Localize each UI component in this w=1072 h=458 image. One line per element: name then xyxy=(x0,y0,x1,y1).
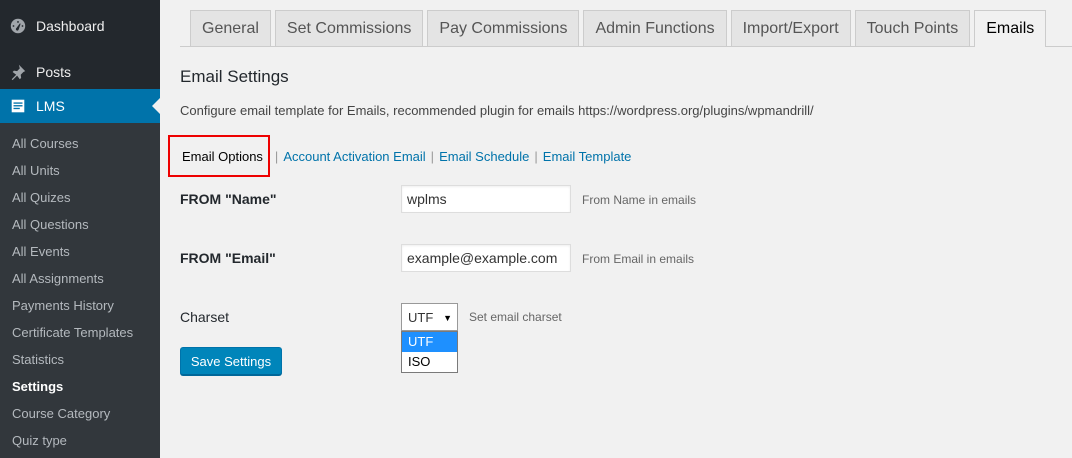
tab-pay-commissions[interactable]: Pay Commissions xyxy=(427,10,580,46)
page-title: Email Settings xyxy=(180,67,289,86)
submenu-item-payments-history[interactable]: Payments History xyxy=(0,292,160,319)
tab-emails[interactable]: Emails xyxy=(974,10,1047,47)
submenu-item-all-courses[interactable]: All Courses xyxy=(0,130,160,157)
subnav-email-template[interactable]: Email Template xyxy=(543,149,632,164)
menu-label: LMS xyxy=(36,98,65,114)
save-settings-button[interactable]: Save Settings xyxy=(180,347,282,375)
tab-admin-functions[interactable]: Admin Functions xyxy=(583,10,727,46)
submenu-item-certificate-templates[interactable]: Certificate Templates xyxy=(0,319,160,346)
settings-tabs: General Set Commissions Pay Commissions … xyxy=(190,10,1050,47)
submenu-item-all-units[interactable]: All Units xyxy=(0,157,160,184)
submenu-item-all-quizes[interactable]: All Quizes xyxy=(0,184,160,211)
menu-item-dashboard[interactable]: Dashboard xyxy=(0,9,160,43)
tab-touch-points[interactable]: Touch Points xyxy=(854,10,971,46)
tab-import-export[interactable]: Import/Export xyxy=(730,10,851,46)
dashboard-icon xyxy=(0,17,36,35)
submenu-item-all-assignments[interactable]: All Assignments xyxy=(0,265,160,292)
charset-options-list: UTF ISO xyxy=(401,331,458,373)
from-email-label: FROM "Email" xyxy=(180,250,276,266)
menu-item-lms[interactable]: LMS xyxy=(0,89,160,123)
subnav-email-options[interactable]: Email Options xyxy=(168,135,270,177)
menu-label: Dashboard xyxy=(36,18,105,34)
charset-label: Charset xyxy=(180,309,230,325)
submenu-item-all-events[interactable]: All Events xyxy=(0,238,160,265)
lms-icon xyxy=(0,97,36,115)
from-name-input[interactable]: wplms xyxy=(401,185,571,213)
dropdown-caret-icon: ▼ xyxy=(443,313,452,323)
from-name-label: FROM "Name" xyxy=(180,191,277,207)
subnav-separator: | xyxy=(274,148,279,164)
subnav-separator: | xyxy=(534,148,538,164)
tab-divider xyxy=(180,46,1072,47)
submenu-item-quiz-type[interactable]: Quiz type xyxy=(0,427,160,454)
from-email-input[interactable]: example@example.com xyxy=(401,244,571,272)
admin-sidebar: Dashboard Posts LMS All Courses All Unit… xyxy=(0,0,160,458)
submenu-item-course-category[interactable]: Course Category xyxy=(0,400,160,427)
from-name-hint: From Name in emails xyxy=(582,193,697,207)
charset-option-iso[interactable]: ISO xyxy=(402,352,457,372)
email-subnav: Email Options | Account Activation Email… xyxy=(168,135,631,177)
charset-select[interactable]: UTF ▼ xyxy=(401,303,458,331)
submenu-item-statistics[interactable]: Statistics xyxy=(0,346,160,373)
menu-item-posts[interactable]: Posts xyxy=(0,55,160,89)
tab-general[interactable]: General xyxy=(190,10,271,46)
tab-set-commissions[interactable]: Set Commissions xyxy=(274,10,424,46)
subnav-separator: | xyxy=(430,148,435,164)
submenu-item-settings[interactable]: Settings xyxy=(0,373,160,400)
menu-label: Posts xyxy=(36,64,72,80)
current-menu-arrow xyxy=(152,98,160,114)
from-email-hint: From Email in emails xyxy=(582,252,695,266)
charset-hint: Set email charset xyxy=(469,310,562,324)
pushpin-icon xyxy=(0,63,36,81)
lms-submenu: All Courses All Units All Quizes All Que… xyxy=(0,123,160,458)
submenu-item-all-questions[interactable]: All Questions xyxy=(0,211,160,238)
subnav-account-activation-email[interactable]: Account Activation Email xyxy=(283,149,425,164)
subnav-email-schedule[interactable]: Email Schedule xyxy=(439,149,529,164)
charset-selected-value: UTF xyxy=(408,309,434,325)
page-description: Configure email template for Emails, rec… xyxy=(180,103,814,118)
charset-option-utf[interactable]: UTF xyxy=(402,332,457,352)
